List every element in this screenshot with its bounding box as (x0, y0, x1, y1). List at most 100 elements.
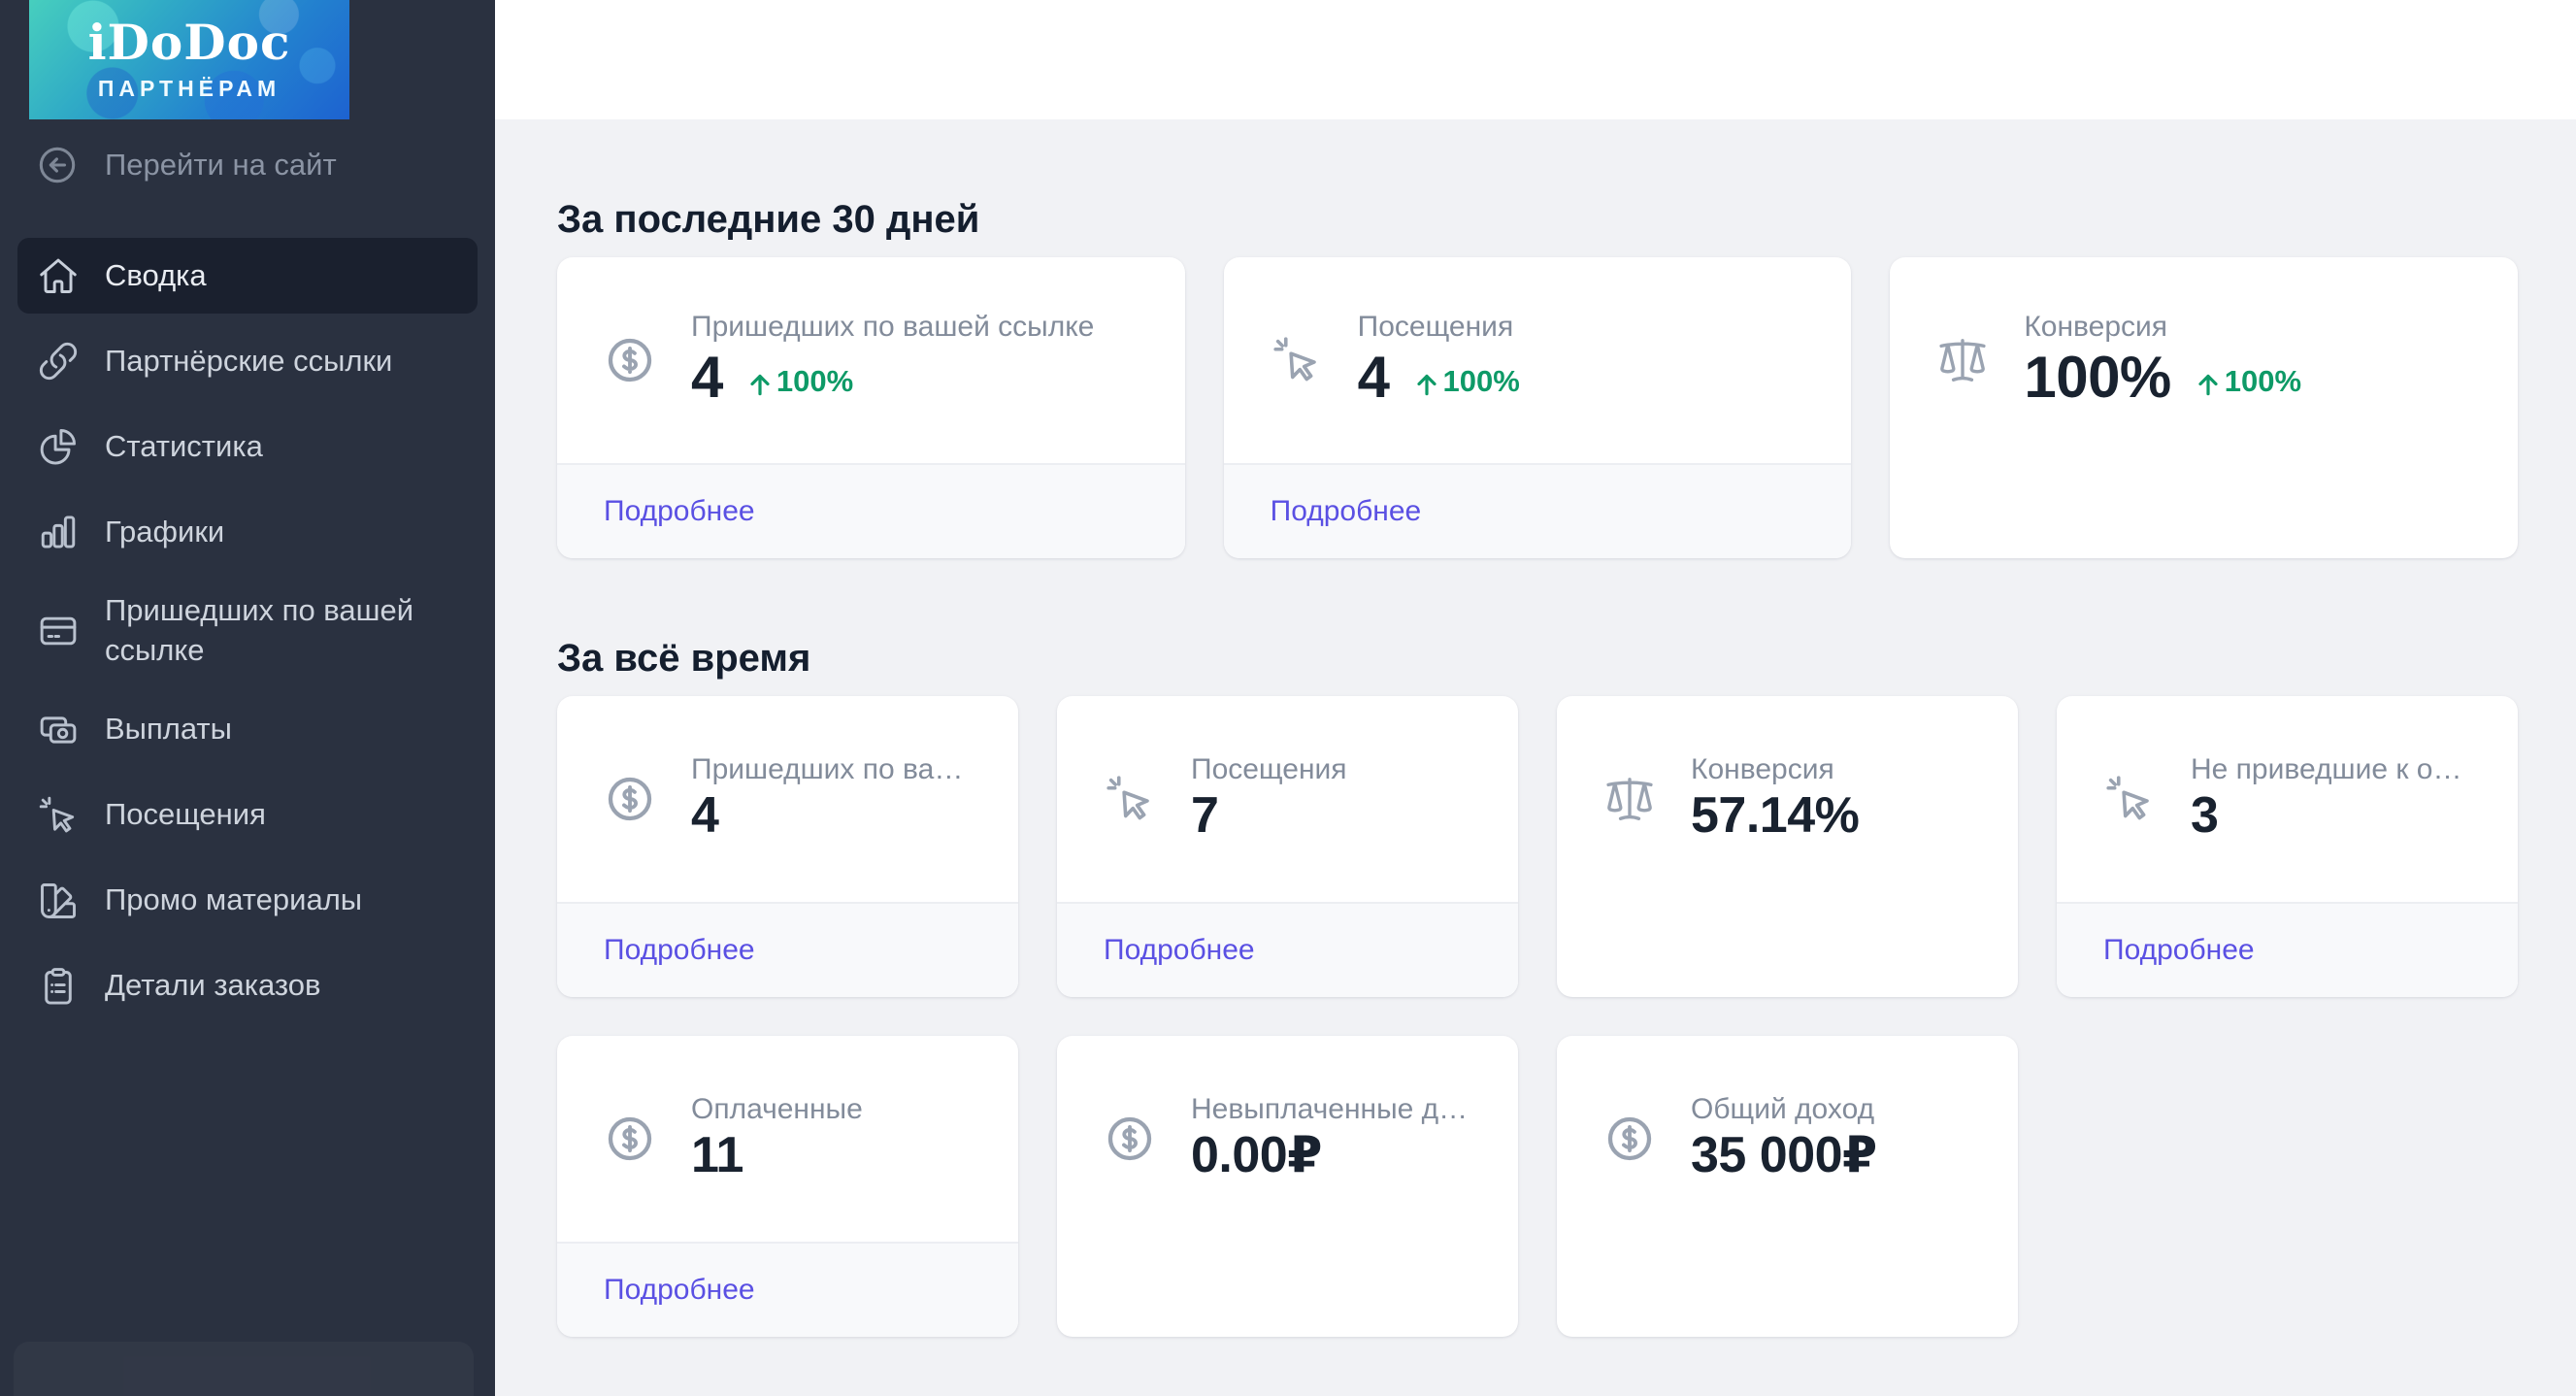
stat-card: Пришедших по ва…4 Подробнее (557, 696, 1018, 997)
credit-card-icon (37, 610, 80, 652)
stat-card: Оплаченные11 Подробнее (557, 1036, 1018, 1337)
sidebar-item[interactable]: Пришедших по вашей ссылке (17, 580, 478, 682)
cursor-click-icon (1104, 773, 1156, 825)
stat-card-label: Конверсия (1691, 753, 1985, 786)
banknotes-icon (37, 709, 80, 751)
stat-card-value-row: 3 (2191, 788, 2485, 844)
stat-card-footer: Подробнее (2057, 902, 2518, 997)
cursor-click-icon (1271, 334, 1323, 386)
stat-card-label: Посещения (1191, 753, 1485, 786)
sidebar-item-label: Статистика (105, 427, 263, 467)
dollar-circle-icon (1104, 1113, 1156, 1165)
stat-card-footer: Подробнее (557, 902, 1018, 997)
back-to-site-link[interactable]: Перейти на сайт (0, 135, 495, 195)
sidebar-item[interactable]: Сводка (17, 238, 478, 314)
stat-card-body: Общий доход35 000₽ (1557, 1036, 2018, 1242)
sidebar-item[interactable]: Выплаты (17, 692, 478, 768)
details-link[interactable]: Подробнее (1271, 495, 1422, 528)
details-link[interactable]: Подробнее (2103, 934, 2255, 967)
stat-card-value: 4 (1358, 346, 1390, 410)
dollar-circle-icon (604, 773, 656, 825)
details-link[interactable]: Подробнее (1104, 934, 1255, 967)
stat-card: Пришедших по вашей ссылке4100%Подробнее (557, 257, 1185, 558)
cursor-click-icon (2103, 773, 2156, 825)
sidebar-item-label: Сводка (105, 256, 207, 296)
stat-card-body: Конверсия100%100% (1890, 257, 2518, 463)
details-link[interactable]: Подробнее (604, 495, 755, 528)
sections: За последние 30 днейПришедших по вашей с… (557, 197, 2518, 1337)
stat-card-footer: Подробнее (1224, 463, 1852, 558)
section-title: За последние 30 дней (557, 197, 2518, 242)
stat-card-label: Посещения (1358, 311, 1819, 344)
stat-card-info: Общий доход35 000₽ (1691, 1093, 1985, 1183)
sidebar-item[interactable]: Партнёрские ссылки (17, 323, 478, 399)
sidebar-item[interactable]: Детали заказов (17, 948, 478, 1024)
stat-card-value: 100% (2024, 346, 2170, 410)
stat-card-delta-value: 100% (776, 364, 853, 399)
sidebar: iDoDoc ПАРТНЁРАМ Перейти на сайт Сводка П… (0, 0, 495, 1396)
stat-card-value: 35 000₽ (1691, 1128, 1877, 1183)
sidebar-item[interactable]: Промо материалы (17, 863, 478, 939)
stat-card: Конверсия57.14% (1557, 696, 2018, 997)
stat-card-value: 57.14% (1691, 788, 1859, 844)
topbar (495, 0, 2576, 119)
stat-card-value: 4 (691, 346, 723, 410)
sidebar-item-label: Партнёрские ссылки (105, 342, 392, 382)
sidebar-item-label: Промо материалы (105, 881, 362, 920)
stat-card-delta: 100% (744, 364, 853, 399)
stat-card-value-row: 4 100% (1358, 346, 1819, 410)
stat-card-value-row: 11 (691, 1128, 985, 1183)
card-grid: Пришедших по вашей ссылке4100%ПодробнееП… (557, 257, 2518, 558)
sidebar-item[interactable]: Статистика (17, 409, 478, 484)
details-link[interactable]: Подробнее (604, 1274, 755, 1307)
stat-card-label: Пришедших по ва… (691, 753, 985, 786)
stat-card-value: 3 (2191, 788, 2218, 844)
stat-card-body: Посещения4 100% (1224, 257, 1852, 463)
stat-card: Невыплаченные д…0.00₽ (1057, 1036, 1518, 1337)
dollar-circle-icon (604, 334, 656, 386)
dollar-circle-icon (1603, 1113, 1656, 1165)
scales-icon (1603, 773, 1656, 825)
stat-card-info: Не приведшие к о…3 (2191, 753, 2485, 844)
stat-card: Конверсия100%100% (1890, 257, 2518, 558)
details-link[interactable]: Подробнее (604, 934, 755, 967)
stat-card: Посещения4 100% Подробнее (1224, 257, 1852, 558)
brand-title: iDoDoc (88, 18, 291, 67)
link-icon (37, 340, 80, 382)
swatch-icon (37, 880, 80, 922)
stat-card-body: Пришедших по вашей ссылке4100% (557, 257, 1185, 463)
cursor-click-icon (37, 794, 80, 837)
stat-card-info: Невыплаченные д…0.00₽ (1191, 1093, 1485, 1183)
stats-section: За последние 30 днейПришедших по вашей с… (557, 197, 2518, 558)
stat-card-footer: Подробнее (1057, 902, 1518, 997)
stat-card-delta-value: 100% (1443, 364, 1520, 399)
sidebar-item-label: Выплаты (105, 710, 232, 749)
sidebar-item[interactable]: Посещения (17, 778, 478, 853)
stat-card-label: Оплаченные (691, 1093, 985, 1126)
pie-chart-icon (37, 425, 80, 468)
stat-card: Общий доход35 000₽ (1557, 1036, 2018, 1337)
stats-section: За всё времяПришедших по ва…4ПодробнееПо… (557, 636, 2518, 1337)
stat-card-label: Конверсия (2024, 311, 2485, 344)
stat-card-value-row: 0.00₽ (1191, 1128, 1485, 1183)
sidebar-nav: Сводка Партнёрские ссылки Статистика График… (17, 238, 478, 1024)
dollar-circle-icon (604, 1113, 656, 1165)
back-to-site-label: Перейти на сайт (105, 148, 337, 183)
stat-card-footer: Подробнее (557, 1242, 1018, 1337)
stat-card-body: Конверсия57.14% (1557, 696, 2018, 902)
stat-card-value-row: 4 (691, 788, 985, 844)
stat-card-value-row: 35 000₽ (1691, 1128, 1985, 1183)
home-icon (37, 254, 80, 297)
stat-card-delta: 100% (2193, 364, 2301, 399)
stat-card: Посещения7Подробнее (1057, 696, 1518, 997)
stat-card-body: Пришедших по ва…4 (557, 696, 1018, 902)
main-content: За последние 30 днейПришедших по вашей с… (495, 119, 2576, 1396)
arrow-up-icon (2193, 369, 2224, 400)
stat-card-body: Не приведшие к о…3 (2057, 696, 2518, 902)
stat-card-info: Оплаченные11 (691, 1093, 985, 1183)
brand-logo: iDoDoc ПАРТНЁРАМ (29, 0, 349, 119)
bar-chart-icon (37, 511, 80, 553)
sidebar-item[interactable]: Графики (17, 494, 478, 570)
sidebar-peek-item (14, 1342, 474, 1396)
stat-card-value: 0.00₽ (1191, 1128, 1322, 1183)
